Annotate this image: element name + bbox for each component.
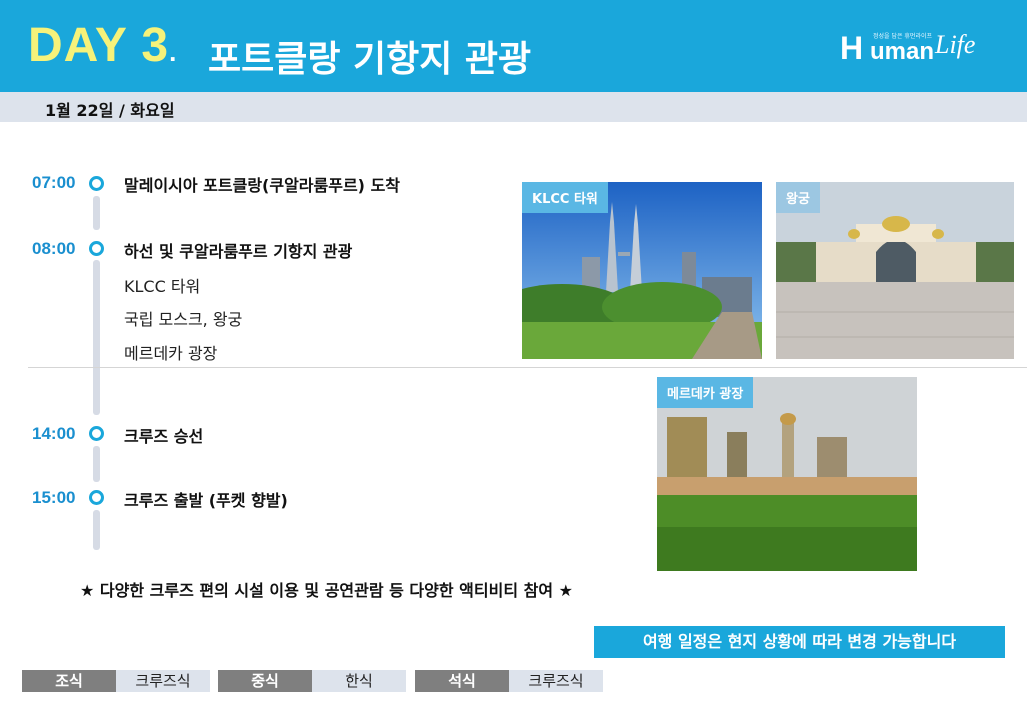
photo-caption: KLCC 타워 <box>522 182 608 213</box>
itinerary-change-notice: 여행 일정은 현지 상황에 따라 변경 가능합니다 <box>594 626 1005 658</box>
header-banner: DAY 3. 포트클랑 기항지 관광 H 정성을 담은 휴먼라이프 uman L… <box>0 0 1027 92</box>
timeline-line <box>93 510 100 550</box>
timeline-line <box>93 446 100 482</box>
timeline-line <box>93 260 100 415</box>
meal-label-dinner: 석식 <box>415 670 509 692</box>
date-label: 1월 22일 / 화요일 <box>45 101 175 120</box>
schedule-detail: 메르데카 광장 <box>124 344 218 363</box>
schedule-event: 크루즈 출발 (푸켓 향발) <box>124 491 288 510</box>
schedule-event: 말레이시아 포트클랑(쿠알라룸푸르) 도착 <box>124 176 401 195</box>
schedule-time: 07:00 <box>32 173 76 192</box>
timeline-line <box>93 196 100 230</box>
meal-label-breakfast: 조식 <box>22 670 116 692</box>
divider <box>28 367 1027 368</box>
meal-value-breakfast: 크루즈식 <box>116 670 210 692</box>
humanlife-logo: H 정성을 담은 휴먼라이프 uman Life <box>840 30 976 66</box>
page-title: 포트클랑 기항지 관광 <box>208 39 532 80</box>
schedule-time: 14:00 <box>32 424 76 443</box>
photo-caption: 메르데카 광장 <box>657 377 754 408</box>
meal-value-dinner: 크루즈식 <box>509 670 603 692</box>
schedule-detail: KLCC 타워 <box>124 277 201 296</box>
meal-label-lunch: 중식 <box>218 670 312 692</box>
schedule-event: 크루즈 승선 <box>124 427 204 446</box>
photo-caption: 왕궁 <box>776 182 820 213</box>
schedule-detail: 국립 모스크, 왕궁 <box>124 310 243 329</box>
klcc-tower-photo: KLCC 타워 <box>522 182 762 359</box>
palace-photo: 왕궁 <box>776 182 1014 359</box>
merdeka-square-photo: 메르데카 광장 <box>657 377 917 571</box>
activity-note: ★ 다양한 크루즈 편의 시설 이용 및 공연관람 등 다양한 액티비티 참여 … <box>80 581 573 600</box>
date-bar: 1월 22일 / 화요일 <box>0 92 1027 122</box>
schedule-time: 15:00 <box>32 488 76 507</box>
meal-value-lunch: 한식 <box>312 670 406 692</box>
timeline-node <box>89 176 104 191</box>
timeline-node <box>89 241 104 256</box>
schedule-event: 하선 및 쿠알라룸푸르 기항지 관광 <box>124 242 353 261</box>
timeline-node <box>89 426 104 441</box>
timeline-node <box>89 490 104 505</box>
day-label: DAY 3. <box>28 19 178 72</box>
schedule-time: 08:00 <box>32 239 76 258</box>
